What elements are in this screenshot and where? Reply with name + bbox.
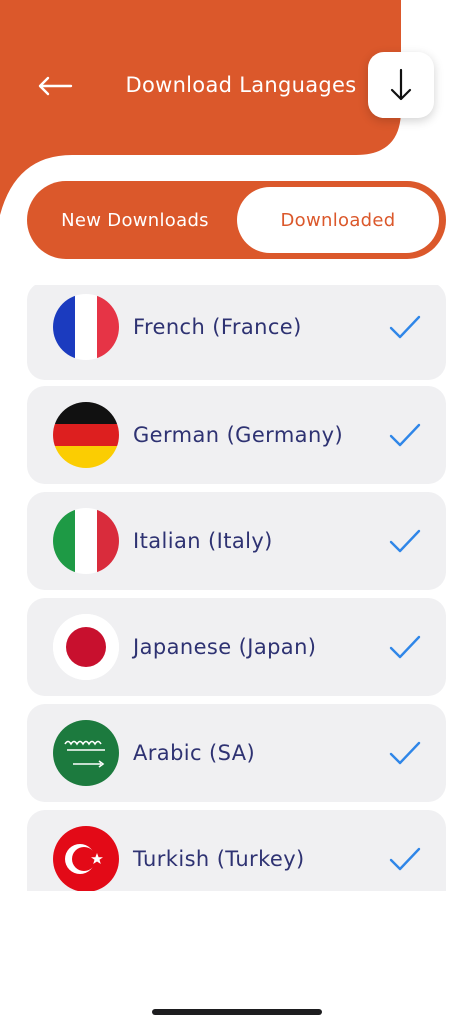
checkmark-icon [389,635,421,659]
language-name: Arabic (SA) [133,741,256,765]
language-item-arabic[interactable]: Arabic (SA) [27,704,446,802]
language-name: Japanese (Japan) [133,635,317,659]
germany-flag-icon [53,402,119,468]
tab-new-downloads[interactable]: New Downloads [35,187,235,253]
italy-flag-icon [53,508,119,574]
japan-flag-icon [53,614,119,680]
checkmark-icon [389,847,421,871]
back-button[interactable] [34,70,76,102]
turkey-flag-icon [53,826,119,891]
saudi-arabia-flag-icon [53,720,119,786]
tab-downloaded[interactable]: Downloaded [237,187,439,253]
language-name: Turkish (Turkey) [133,847,305,871]
language-list[interactable]: French (France) German (Germany) Italian… [0,285,473,891]
checkmark-icon [389,741,421,765]
checkmark-icon [389,529,421,553]
language-name: Italian (Italy) [133,529,273,553]
france-flag-icon [53,294,119,360]
language-name: French (France) [133,315,302,339]
language-item-german[interactable]: German (Germany) [27,386,446,484]
language-item-japanese[interactable]: Japanese (Japan) [27,598,446,696]
language-name: German (Germany) [133,423,344,447]
language-item-french[interactable]: French (France) [27,285,446,380]
arrow-down-icon [390,68,412,101]
home-indicator[interactable] [152,1009,322,1015]
arrow-left-icon [38,76,73,96]
download-button[interactable] [368,52,434,118]
language-item-turkish[interactable]: Turkish (Turkey) [27,810,446,891]
download-tabs: New Downloads Downloaded [27,181,446,259]
checkmark-icon [389,315,421,339]
page-title: Download Languages [125,73,357,97]
checkmark-icon [389,423,421,447]
language-item-italian[interactable]: Italian (Italy) [27,492,446,590]
